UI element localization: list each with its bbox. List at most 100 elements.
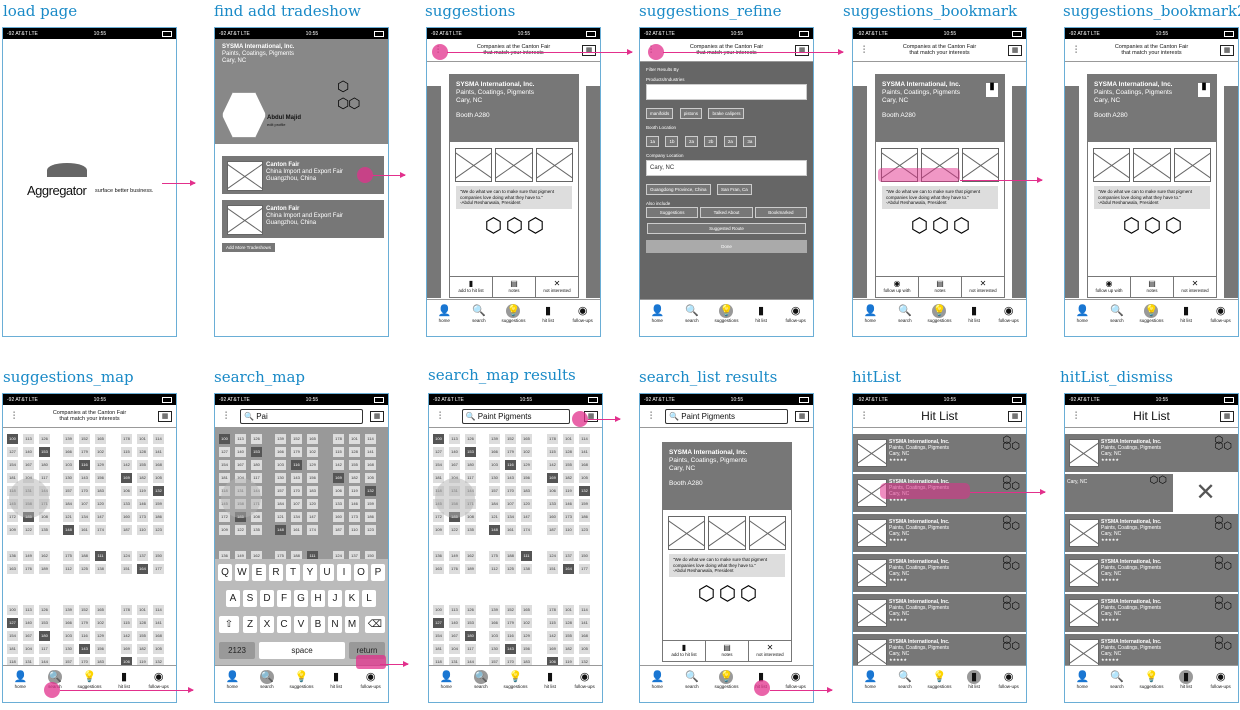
booth[interactable]: 183 xyxy=(95,486,106,496)
booth[interactable]: 142 xyxy=(121,631,132,641)
booth[interactable]: 127 xyxy=(433,447,444,457)
backspace-key[interactable]: ⌫ xyxy=(365,616,385,633)
booth[interactable]: 123 xyxy=(153,525,164,535)
booth[interactable]: 156 xyxy=(521,473,532,483)
notes-button[interactable]: ▤ notes xyxy=(919,277,962,297)
booth[interactable]: 142 xyxy=(121,460,132,470)
booth[interactable]: 100 xyxy=(433,434,444,444)
tab-suggestions[interactable]: 💡 suggestions xyxy=(711,304,741,323)
booth[interactable]: 101 xyxy=(349,434,360,444)
booth[interactable]: 127 xyxy=(7,618,18,628)
booth[interactable]: 167 xyxy=(235,460,246,470)
booth[interactable]: 166 xyxy=(63,618,74,628)
tab-search[interactable]: 🔍search xyxy=(890,304,920,323)
booth[interactable]: 155 xyxy=(349,460,360,470)
tab-home[interactable]: 👤 home xyxy=(431,670,461,689)
booth[interactable]: 150 xyxy=(153,551,164,561)
booth[interactable]: 169 xyxy=(547,644,558,654)
booth[interactable]: 148 xyxy=(63,525,74,535)
booth[interactable]: 148 xyxy=(275,525,286,535)
company-card[interactable]: SYSMA International, Inc. Paints, Coating… xyxy=(662,442,792,662)
booth[interactable]: 182 xyxy=(563,473,574,483)
tab-followups[interactable]: ◉ follow-ups xyxy=(994,670,1024,689)
tab-search[interactable]: 🔍search xyxy=(890,670,920,689)
booth[interactable]: 170 xyxy=(291,486,302,496)
booth-option[interactable]: 2a xyxy=(684,136,698,147)
booth[interactable]: 114 xyxy=(365,434,376,444)
booth[interactable]: 147 xyxy=(95,512,106,522)
booth[interactable]: 134 xyxy=(79,512,90,522)
booth[interactable]: 122 xyxy=(23,525,34,535)
booth[interactable]: 128 xyxy=(563,447,574,457)
booth[interactable]: 113 xyxy=(23,605,34,615)
booth[interactable]: 168 xyxy=(579,631,590,641)
tab-home[interactable]: 👤 home xyxy=(5,670,35,689)
booth[interactable]: 100 xyxy=(7,605,18,615)
booth[interactable]: 156 xyxy=(307,473,318,483)
tab-suggestions[interactable]: 💡 suggestions xyxy=(1136,670,1166,689)
booth[interactable]: 147 xyxy=(521,512,532,522)
key-c[interactable]: C xyxy=(277,616,291,633)
booth[interactable]: 109 xyxy=(219,525,230,535)
tab-followups[interactable]: ◉ follow-ups xyxy=(144,670,174,689)
booth[interactable]: 149 xyxy=(449,551,460,561)
booth[interactable]: 141 xyxy=(153,447,164,457)
booth[interactable]: 189 xyxy=(465,564,476,574)
map-icon[interactable]: ▦ xyxy=(582,44,596,56)
booth[interactable]: 163 xyxy=(433,564,444,574)
booth[interactable]: 116 xyxy=(291,460,302,470)
booth[interactable]: 122 xyxy=(235,525,246,535)
booth[interactable]: 106 xyxy=(547,486,558,496)
add-to-hitlist-button[interactable]: ▮ add to hit list xyxy=(450,277,493,297)
filter-icon[interactable]: ⫶ xyxy=(644,410,658,422)
booth[interactable]: 161 xyxy=(505,525,516,535)
booth[interactable]: 182 xyxy=(137,644,148,654)
booth-option[interactable]: 3a xyxy=(743,136,757,147)
booth[interactable]: 173 xyxy=(137,512,148,522)
booth[interactable]: 117 xyxy=(39,644,50,654)
key-m[interactable]: M xyxy=(345,616,359,633)
booth[interactable]: 114 xyxy=(579,434,590,444)
bookmark-icon[interactable]: ▮ xyxy=(1198,82,1210,97)
booth[interactable]: 154 xyxy=(433,631,444,641)
booth[interactable]: 137 xyxy=(563,551,574,561)
booth[interactable]: 155 xyxy=(563,631,574,641)
booth[interactable]: 104 xyxy=(449,644,460,654)
tab-suggestions[interactable]: 💡 suggestions xyxy=(1136,304,1166,323)
booth[interactable]: 110 xyxy=(137,525,148,535)
booth[interactable]: 123 xyxy=(365,525,376,535)
booth[interactable]: 179 xyxy=(79,447,90,457)
booth[interactable]: 187 xyxy=(121,525,132,535)
booth[interactable]: 126 xyxy=(39,605,50,615)
booth[interactable]: 179 xyxy=(79,618,90,628)
booth[interactable]: 166 xyxy=(63,447,74,457)
chip[interactable]: manifolds xyxy=(646,108,674,119)
booth[interactable]: 105 xyxy=(365,473,376,483)
booth[interactable]: 109 xyxy=(433,525,444,535)
booth[interactable]: 129 xyxy=(95,460,106,470)
booth[interactable]: 165 xyxy=(521,434,532,444)
location-input[interactable]: Cary, NC xyxy=(646,160,807,176)
booth[interactable]: 156 xyxy=(95,473,106,483)
booth-option[interactable]: 2a xyxy=(723,136,737,147)
booth[interactable]: 115 xyxy=(121,618,132,628)
booth[interactable]: 162 xyxy=(39,551,50,561)
booth[interactable]: 107 xyxy=(505,499,516,509)
booth[interactable]: 141 xyxy=(579,618,590,628)
booth[interactable]: 129 xyxy=(307,460,318,470)
booth[interactable]: 160 xyxy=(547,512,558,522)
booth[interactable]: 173 xyxy=(349,512,360,522)
key-u[interactable]: U xyxy=(320,564,334,581)
booth[interactable]: 165 xyxy=(307,434,318,444)
booth[interactable]: 101 xyxy=(563,605,574,615)
booth[interactable]: 112 xyxy=(489,564,500,574)
hitlist-row[interactable]: SYSMA International, Inc.Paints, Coating… xyxy=(1065,434,1238,473)
tab-home[interactable]: 👤 home xyxy=(217,670,247,689)
booth[interactable]: 130 xyxy=(489,644,500,654)
booth[interactable]: 152 xyxy=(291,434,302,444)
search-input[interactable]: 🔍 Paint Pigments xyxy=(461,408,570,424)
booth[interactable]: 139 xyxy=(489,605,500,615)
booth[interactable]: 140 xyxy=(23,618,34,628)
booth[interactable]: 139 xyxy=(489,434,500,444)
booth[interactable]: 152 xyxy=(505,605,516,615)
